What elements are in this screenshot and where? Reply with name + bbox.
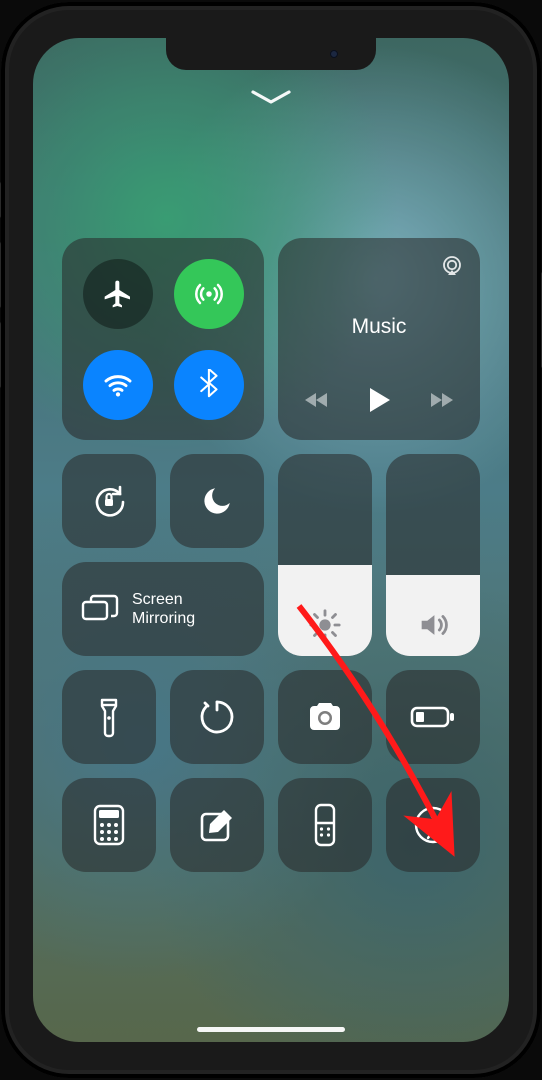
- connectivity-module: [62, 238, 264, 440]
- flashlight-icon: [97, 696, 121, 738]
- control-center: Music: [33, 238, 509, 872]
- volume-up-button: [0, 242, 1, 308]
- music-module[interactable]: Music: [278, 238, 480, 440]
- notes-button[interactable]: [170, 778, 264, 872]
- mute-switch: [0, 182, 1, 218]
- timer-icon: [197, 697, 237, 737]
- accessibility-shortcut-button[interactable]: [386, 778, 480, 872]
- airplane-icon: [102, 278, 134, 310]
- screen: Music: [33, 38, 509, 1042]
- brightness-icon: [308, 608, 342, 642]
- screen-mirroring-icon: [80, 592, 120, 626]
- cellular-data-toggle[interactable]: [174, 259, 244, 329]
- remote-icon: [314, 803, 336, 847]
- flashlight-button[interactable]: [62, 670, 156, 764]
- low-power-mode-button[interactable]: [386, 670, 480, 764]
- camera-icon: [304, 700, 346, 734]
- screen-mirroring-button[interactable]: Screen Mirroring: [62, 562, 264, 656]
- accessibility-icon: [413, 805, 453, 845]
- calculator-icon: [93, 804, 125, 846]
- calculator-button[interactable]: [62, 778, 156, 872]
- airplane-mode-toggle[interactable]: [83, 259, 153, 329]
- cellular-antenna-icon: [194, 279, 224, 309]
- music-title: Music: [352, 315, 407, 339]
- screen-mirroring-label: Screen Mirroring: [132, 590, 195, 628]
- notch: [166, 38, 376, 70]
- bluetooth-icon: [196, 369, 222, 401]
- moon-icon: [200, 484, 234, 518]
- battery-icon: [410, 705, 456, 729]
- brightness-slider[interactable]: [278, 454, 372, 656]
- do-not-disturb-toggle[interactable]: [170, 454, 264, 548]
- orientation-lock-toggle[interactable]: [62, 454, 156, 548]
- camera-button[interactable]: [278, 670, 372, 764]
- volume-icon: [416, 608, 450, 642]
- previous-track-icon[interactable]: [303, 390, 331, 410]
- volume-slider[interactable]: [386, 454, 480, 656]
- play-icon[interactable]: [367, 386, 391, 414]
- collapse-chevron-icon[interactable]: [249, 88, 293, 106]
- timer-button[interactable]: [170, 670, 264, 764]
- airplay-audio-icon[interactable]: [440, 254, 464, 278]
- wifi-icon: [102, 369, 134, 401]
- phone-frame: Music: [1, 2, 541, 1078]
- compose-note-icon: [198, 806, 236, 844]
- volume-down-button: [0, 322, 1, 388]
- orientation-lock-icon: [89, 481, 129, 521]
- next-track-icon[interactable]: [427, 390, 455, 410]
- bluetooth-toggle[interactable]: [174, 350, 244, 420]
- music-controls: [303, 386, 455, 414]
- home-indicator[interactable]: [197, 1027, 345, 1032]
- apple-tv-remote-button[interactable]: [278, 778, 372, 872]
- wifi-toggle[interactable]: [83, 350, 153, 420]
